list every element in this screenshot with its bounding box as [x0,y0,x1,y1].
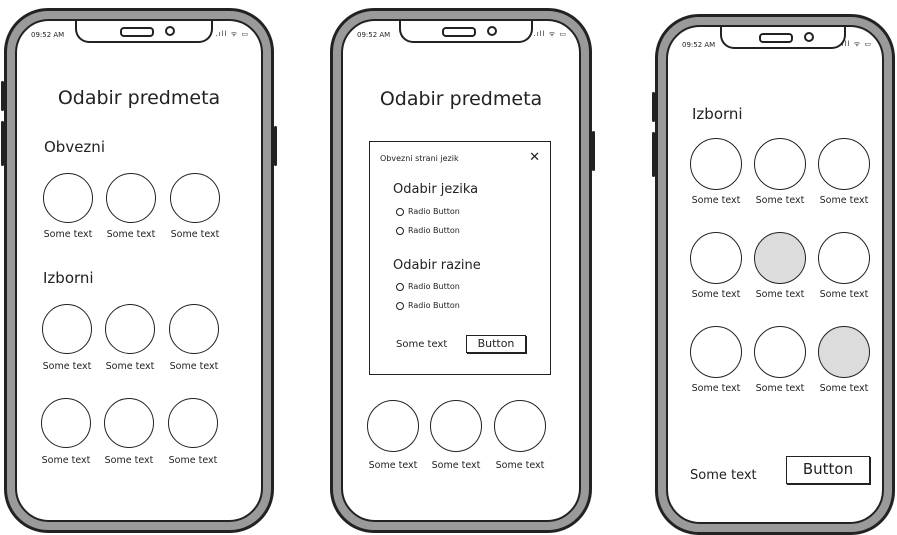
phone-frame-3: 09:52 AM .ıll ᯤ ▭ Izborni Some text Some… [652,14,895,535]
subject-circle[interactable] [494,400,546,452]
subject-label: Some text [170,229,220,240]
subject-label: Some text [495,460,545,471]
subject-circle[interactable] [690,138,742,190]
side-button [1,121,4,166]
subject-circle[interactable] [690,326,742,378]
phone-screen-2: 09:52 AM .ıll ᯤ ▭ Odabir predmeta Obvezn… [341,19,581,522]
subject-circle[interactable] [754,138,806,190]
subject-label: Some text [41,455,91,466]
close-icon[interactable]: ✕ [529,150,540,165]
subject-label: Some text [42,361,92,372]
status-time: 09:52 AM [31,31,65,39]
phone-frame-1: 09:52 AM .ıll ᯤ ▭ Odabir predmeta Obvezn… [1,8,277,533]
radio-option[interactable]: Radio Button [396,207,460,216]
subject-circle[interactable] [43,173,93,223]
status-time: 09:52 AM [357,31,391,39]
radio-label: Radio Button [408,282,460,291]
subject-label: Some text [819,195,869,206]
subject-circle[interactable] [41,398,91,448]
subject-circle[interactable] [106,173,156,223]
subject-circle[interactable] [168,398,218,448]
status-time: 09:52 AM [682,41,716,49]
dialog-title: Obvezni strani jezik [380,154,459,163]
camera [804,32,814,42]
camera [165,26,175,36]
radio-label: Radio Button [408,207,460,216]
subject-circle[interactable] [170,173,220,223]
speaker [442,27,476,37]
subject-label: Some text [368,460,418,471]
subject-label: Some text [106,229,156,240]
subject-label: Some text [691,289,741,300]
side-button [652,132,655,177]
radio-option[interactable]: Radio Button [396,301,460,310]
group-heading-language: Odabir jezika [393,182,479,197]
subject-circle[interactable] [104,398,154,448]
camera [487,26,497,36]
subject-label: Some text [104,455,154,466]
subject-circle[interactable] [754,326,806,378]
page-title: Odabir predmeta [57,87,221,109]
phone-frame-2: 09:52 AM .ıll ᯤ ▭ Odabir predmeta Obvezn… [330,8,595,533]
side-button [592,131,595,171]
radio-option[interactable]: Radio Button [396,226,460,235]
subject-label: Some text [169,361,219,372]
status-icons: .ıll ᯤ ▭ [533,30,567,38]
subject-label: Some text [755,195,805,206]
subject-label: Some text [431,460,481,471]
side-button [274,126,277,166]
radio-circle-icon [396,301,404,310]
section-heading-izborni: Izborni [692,105,743,123]
radio-option[interactable]: Radio Button [396,282,460,291]
status-icons: .ıll ᯤ ▭ [838,40,872,48]
subject-circle-selected[interactable] [754,232,806,284]
subject-circle-selected[interactable] [818,326,870,378]
subject-label: Some text [43,229,93,240]
footer-text: Some text [690,468,757,483]
subject-label: Some text [755,383,805,394]
section-heading-obvezni: Obvezni [44,138,105,156]
page-title: Odabir predmeta [379,88,543,110]
subject-label: Some text [691,195,741,206]
side-button [1,81,4,111]
submit-button[interactable]: Button [786,456,870,484]
subject-circle[interactable] [430,400,482,452]
subject-circle[interactable] [42,304,92,354]
group-heading-level: Odabir razine [393,258,481,273]
subject-circle[interactable] [169,304,219,354]
dialog-footer-text: Some text [396,339,448,350]
speaker [759,33,793,43]
subject-label: Some text [755,289,805,300]
phone-screen-1: 09:52 AM .ıll ᯤ ▭ Odabir predmeta Obvezn… [15,19,263,522]
phone-screen-3: 09:52 AM .ıll ᯤ ▭ Izborni Some text Some… [666,25,884,524]
subject-circle[interactable] [367,400,419,452]
subject-label: Some text [168,455,218,466]
subject-label: Some text [819,289,869,300]
subject-circle[interactable] [690,232,742,284]
radio-label: Radio Button [408,226,460,235]
radio-label: Radio Button [408,301,460,310]
radio-circle-icon [396,282,404,291]
subject-label: Some text [105,361,155,372]
subject-label: Some text [691,383,741,394]
dialog-button[interactable]: Button [466,335,526,353]
language-dialog: Obvezni strani jezik ✕ Odabir jezika Rad… [369,141,551,375]
subject-label: Some text [819,383,869,394]
subject-circle[interactable] [818,232,870,284]
radio-circle-icon [396,226,404,235]
radio-circle-icon [396,207,404,216]
status-icons: .ıll ᯤ ▭ [215,30,249,38]
subject-circle[interactable] [105,304,155,354]
section-heading-izborni: Izborni [43,269,94,287]
subject-circle[interactable] [818,138,870,190]
speaker [120,27,154,37]
side-button [652,92,655,122]
